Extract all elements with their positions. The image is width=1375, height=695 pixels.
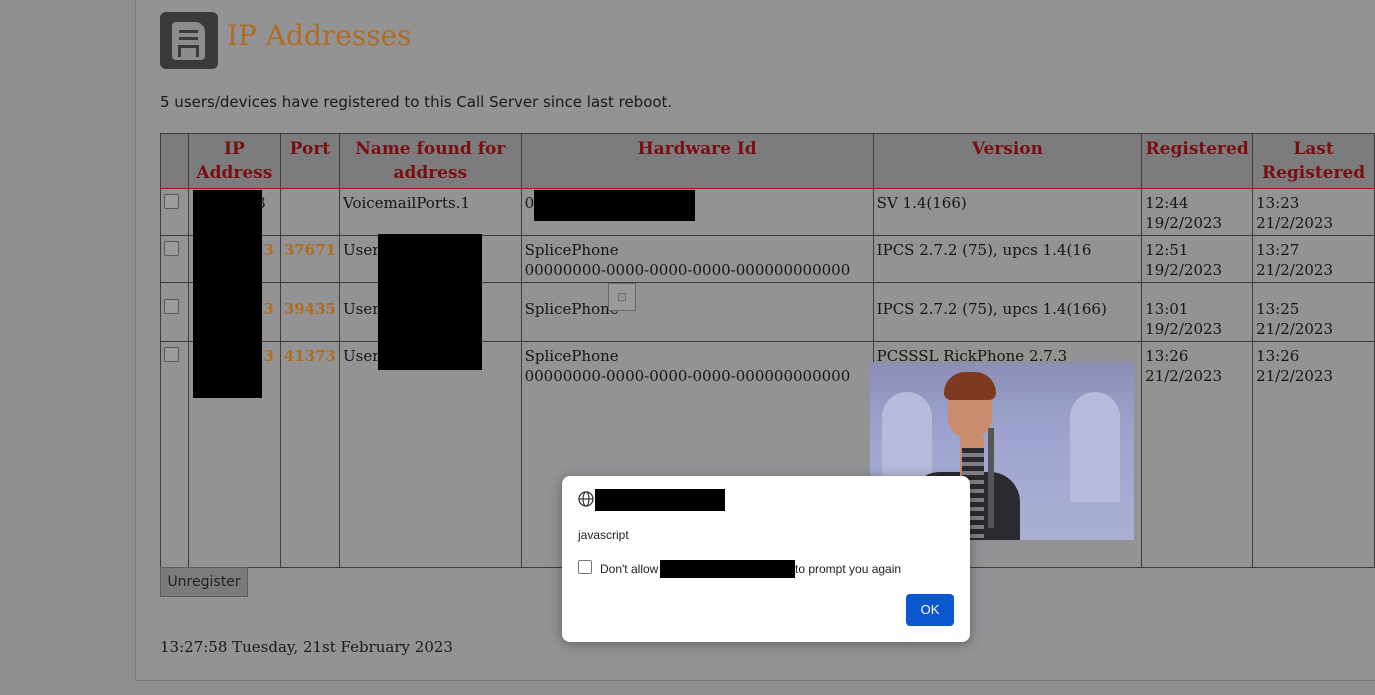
hardware-id-line1: SplicePhone [524, 347, 619, 365]
bottom-gutter [135, 682, 1375, 695]
version-value: IPCS 2.7.2 (75), upcs 1.4(166) [876, 300, 1107, 318]
redaction-ip-addresses [193, 190, 262, 398]
hardware-id-line1: SplicePhone [524, 300, 619, 318]
browser-viewport: IP Addresses 5 users/devices have regist… [0, 0, 1375, 695]
redaction-hardware-id [534, 190, 695, 221]
ip-address-link[interactable]: 3 [263, 241, 273, 259]
table-row: 3 39435 Users. SplicePhone IPCS 2.7.2 (7… [160, 282, 1375, 342]
last-registered-cell: 13:26 21/2/2023 [1252, 341, 1375, 568]
redaction-site-name [660, 560, 795, 578]
hardware-id-line2: 00000000-0000-0000-0000-000000000000 [524, 261, 851, 279]
hardware-id-cell: SplicePhone [520, 282, 874, 342]
name-value: VoicemailPorts.1 [343, 194, 471, 212]
hardware-id-cell: SplicePhone 00000000-0000-0000-0000-00000… [520, 235, 874, 283]
name-cell: Users. [339, 341, 522, 568]
redaction-site-origin [595, 489, 725, 511]
row-select-cell [160, 341, 189, 568]
unregister-button[interactable]: Unregister [160, 567, 248, 597]
table-row: 3 VoicemailPorts.1 00 SV 1.4(166) 12:441… [160, 188, 1375, 236]
header-name: Name found for address [339, 133, 522, 189]
name-cell: VoicemailPorts.1 [339, 188, 522, 236]
row-checkbox[interactable] [164, 194, 179, 209]
registered-time: 13:26 [1145, 347, 1189, 365]
row-checkbox[interactable] [164, 347, 179, 362]
last-registered-cell: 13:25 21/2/2023 [1252, 282, 1375, 342]
last-registered-cell: 13:23 21/2/2023 [1252, 188, 1375, 236]
last-registered-value: 13:23 21/2/2023 [1256, 194, 1334, 232]
header-registered: Registered [1141, 133, 1254, 189]
row-select-cell [160, 235, 189, 283]
left-gutter [0, 0, 135, 695]
port-link[interactable]: 39435 [284, 300, 336, 318]
registered-cell: 12:51 19/2/2023 [1141, 235, 1254, 283]
row-checkbox[interactable] [164, 241, 179, 256]
last-registered-value: 13:25 21/2/2023 [1256, 300, 1334, 338]
registered-time: 12:51 [1145, 241, 1189, 259]
suppress-label-suffix: to prompt you again [795, 562, 902, 576]
suppress-dialogs-checkbox[interactable] [578, 560, 592, 574]
port-cell: 37671 [279, 235, 341, 283]
last-registered-value: 13:27 21/2/2023 [1256, 241, 1334, 279]
version-value: SV 1.4(166) [876, 194, 967, 212]
hardware-id-line2: 00000000-0000-0000-0000-000000000000 [524, 367, 851, 385]
header-select [160, 133, 189, 189]
table-header-row: IP Address Port Name found for address H… [160, 133, 1375, 189]
row-checkbox[interactable] [164, 299, 179, 314]
port-cell: 41373 [279, 341, 341, 568]
registered-cell: 13:26 21/2/2023 [1141, 341, 1254, 568]
version-cell: IPCS 2.7.2 (75), upcs 1.4(16 [872, 235, 1143, 283]
version-cell: SV 1.4(166) [872, 188, 1143, 236]
table-row: 3 37671 Users. SplicePhone 00000000-0000-… [160, 235, 1375, 283]
hardware-id-line1: SplicePhone [524, 241, 619, 259]
javascript-alert-dialog: javascript Don't allow to prompt you aga… [562, 476, 970, 642]
registered-date: 21/2/2023 [1145, 367, 1223, 385]
page-title: IP Addresses [227, 19, 412, 52]
registered-date: 19/2/2023 [1145, 214, 1223, 232]
dialog-message: javascript [578, 528, 629, 542]
server-timestamp: 13:27:58 Tuesday, 21st February 2023 [160, 638, 453, 656]
header-last-registered: Last Registered [1252, 133, 1375, 189]
port-link[interactable]: 41373 [284, 347, 336, 365]
registered-cell: 13:01 19/2/2023 [1141, 282, 1254, 342]
port-link[interactable]: 37671 [284, 241, 336, 259]
last-registered-value: 13:26 21/2/2023 [1256, 347, 1334, 385]
row-select-cell [160, 188, 189, 236]
ip-address-link[interactable]: 3 [263, 300, 273, 318]
version-cell: IPCS 2.7.2 (75), upcs 1.4(166) [872, 282, 1143, 342]
registered-date: 19/2/2023 [1145, 320, 1223, 338]
header-ip-address: IP Address [187, 133, 281, 189]
registered-time: 13:01 [1145, 300, 1189, 318]
registered-date: 19/2/2023 [1145, 261, 1223, 279]
row-select-cell [160, 282, 189, 342]
version-value: IPCS 2.7.2 (75), upcs 1.4(16 [876, 241, 1092, 259]
ip-address-link[interactable]: 3 [263, 347, 273, 365]
header-version: Version [872, 133, 1143, 189]
port-cell [279, 188, 341, 236]
ok-button[interactable]: OK [906, 594, 954, 626]
registered-cell: 12:44 19/2/2023 [1141, 188, 1254, 236]
globe-icon [578, 491, 594, 507]
broken-image-icon: ⊡ [608, 283, 636, 311]
redaction-user-names [378, 234, 482, 370]
header-port: Port [279, 133, 341, 189]
header-hardware-id: Hardware Id [520, 133, 874, 189]
save-disk-icon [160, 12, 218, 69]
port-cell: 39435 [279, 282, 341, 342]
registered-time: 12:44 [1145, 194, 1189, 212]
last-registered-cell: 13:27 21/2/2023 [1252, 235, 1375, 283]
suppress-label-prefix: Don't allow [600, 562, 659, 576]
registration-summary: 5 users/devices have registered to this … [160, 93, 673, 111]
